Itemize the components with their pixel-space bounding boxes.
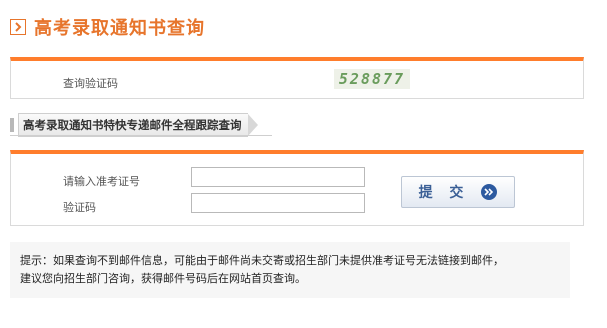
section-title-text: 高考录取通知书特快专递邮件全程跟踪查询 [18,113,248,137]
tracking-form-panel: 请输入准考证号 验证码 提 交 [10,150,584,226]
verification-code-input[interactable] [191,193,365,213]
tip-box: 提示：如果查询不到邮件信息，可能由于邮件尚未交寄或招生部门未提供准考证号无法链接… [10,242,570,298]
captcha-image: 528877 [334,69,410,89]
chevron-right-icon [10,19,26,35]
section-divider [10,135,272,136]
submit-label: 提 交 [418,185,470,201]
captcha-panel: 查询验证码 528877 [10,57,584,99]
double-chevron-right-icon [481,184,498,200]
page-title: 高考录取通知书查询 [34,18,205,39]
exam-number-label: 请输入准考证号 [63,175,140,188]
tip-text: 提示：如果查询不到邮件信息，可能由于邮件尚未交寄或招生部门未提供准考证号无法链接… [20,254,504,285]
section-arrow [247,114,258,136]
page-header: 高考录取通知书查询 [10,12,205,42]
submit-button[interactable]: 提 交 [401,176,515,208]
exam-number-input[interactable] [191,167,365,187]
section-marker [10,118,14,132]
tracking-section-title: 高考录取通知书特快专递邮件全程跟踪查询 [10,113,258,137]
verification-code-label: 验证码 [63,201,96,214]
captcha-label: 查询验证码 [63,77,118,90]
